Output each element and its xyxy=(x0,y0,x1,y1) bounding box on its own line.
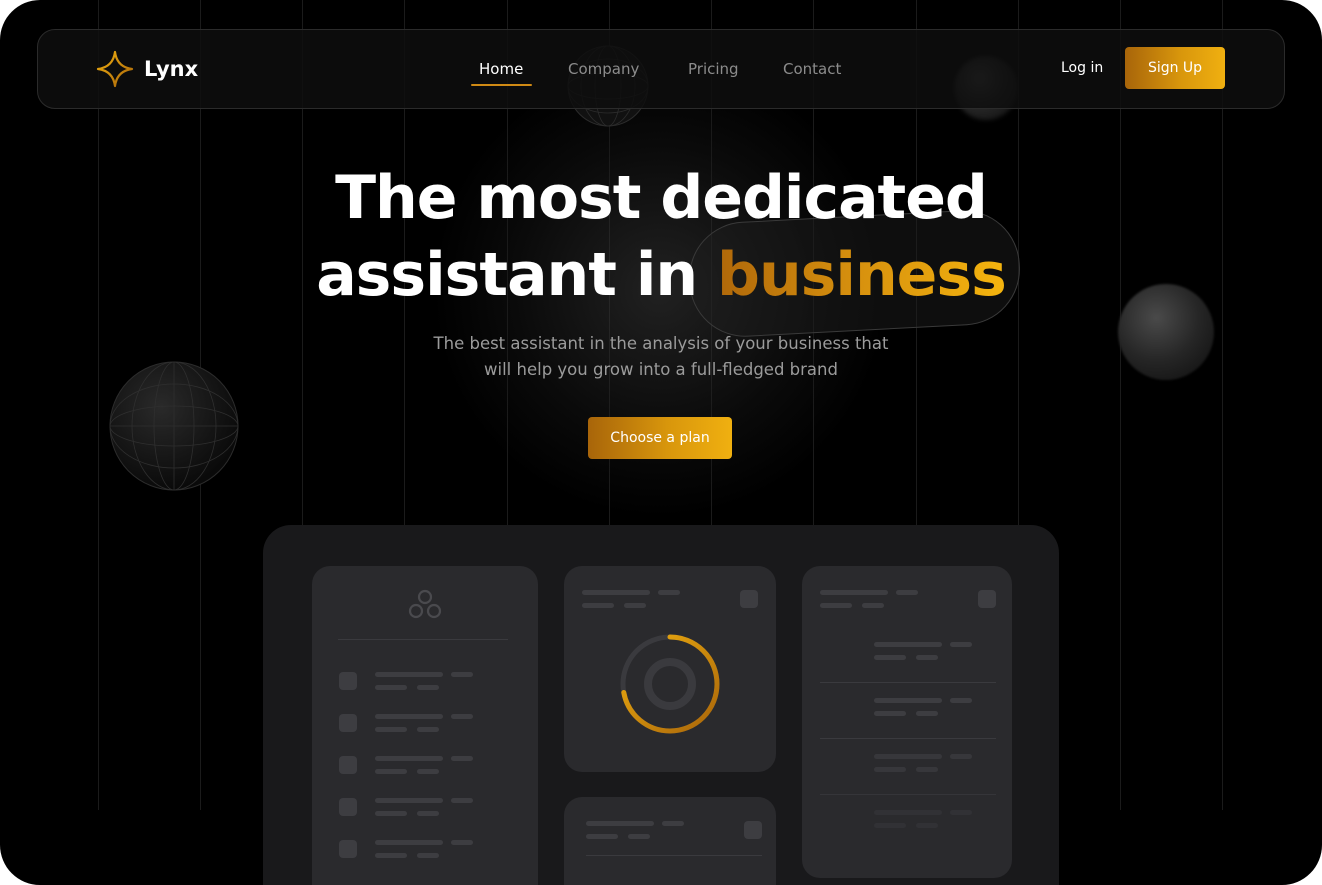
hero-subtitle-line1: The best assistant in the analysis of yo… xyxy=(433,334,889,353)
placeholder-line xyxy=(417,811,439,816)
placeholder-line xyxy=(451,714,473,719)
placeholder-line xyxy=(874,655,906,660)
placeholder-line xyxy=(375,672,443,677)
placeholder-line xyxy=(451,840,473,845)
placeholder-line xyxy=(375,769,407,774)
placeholder-line xyxy=(874,754,942,759)
placeholder-line xyxy=(375,756,443,761)
placeholder-line xyxy=(375,840,443,845)
placeholder-line xyxy=(417,853,439,858)
placeholder-line xyxy=(375,727,407,732)
preview-sidebar-card xyxy=(312,566,538,885)
top-navbar: Lynx Home Company Pricing Contact Log in… xyxy=(37,29,1285,109)
placeholder-line xyxy=(375,714,443,719)
placeholder-line xyxy=(916,711,938,716)
placeholder-line xyxy=(586,834,618,839)
brand-name: Lynx xyxy=(144,57,199,81)
placeholder-line xyxy=(874,642,942,647)
placeholder-line xyxy=(950,754,972,759)
grid-line xyxy=(1120,0,1121,810)
placeholder-line xyxy=(582,603,614,608)
dashboard-preview xyxy=(263,525,1059,885)
active-nav-indicator xyxy=(471,84,532,86)
placeholder-line xyxy=(874,711,906,716)
placeholder-icon xyxy=(339,714,357,732)
preview-list-card xyxy=(802,566,1012,878)
placeholder-line xyxy=(820,590,888,595)
placeholder-line xyxy=(950,642,972,647)
hero-title-line1: The most dedicated xyxy=(335,163,988,233)
placeholder-line xyxy=(628,834,650,839)
placeholder-line xyxy=(874,823,906,828)
placeholder-line xyxy=(874,810,942,815)
placeholder-line xyxy=(950,810,972,815)
placeholder-line xyxy=(658,590,680,595)
placeholder-icon xyxy=(740,590,758,608)
placeholder-line xyxy=(820,603,852,608)
divider xyxy=(820,682,996,683)
sparkle-star-icon xyxy=(96,50,134,88)
placeholder-line xyxy=(662,821,684,826)
placeholder-icon xyxy=(744,821,762,839)
hero-subtitle: The best assistant in the analysis of yo… xyxy=(0,331,1322,383)
nav-home[interactable]: Home xyxy=(479,60,523,78)
grid-line xyxy=(1222,0,1223,810)
placeholder-icon xyxy=(978,590,996,608)
preview-small-card xyxy=(564,797,776,885)
placeholder-line xyxy=(586,821,654,826)
nav-contact[interactable]: Contact xyxy=(783,60,841,78)
divider xyxy=(820,738,996,739)
placeholder-line xyxy=(375,853,407,858)
placeholder-line xyxy=(874,698,942,703)
placeholder-line xyxy=(916,823,938,828)
placeholder-line xyxy=(375,811,407,816)
placeholder-line xyxy=(862,603,884,608)
placeholder-line xyxy=(417,769,439,774)
placeholder-line xyxy=(874,767,906,772)
login-link[interactable]: Log in xyxy=(1061,60,1103,76)
placeholder-line xyxy=(916,767,938,772)
hero-title-prefix: assistant in xyxy=(316,240,698,310)
placeholder-icon xyxy=(339,840,357,858)
page-frame: Lynx Home Company Pricing Contact Log in… xyxy=(0,0,1322,885)
divider xyxy=(338,639,508,640)
grid-line xyxy=(98,0,99,810)
placeholder-line xyxy=(950,698,972,703)
placeholder-icon xyxy=(339,756,357,774)
placeholder-line xyxy=(375,685,407,690)
placeholder-line xyxy=(417,727,439,732)
placeholder-line xyxy=(451,672,473,677)
hero-title-highlight: business xyxy=(717,240,1007,310)
nav-company[interactable]: Company xyxy=(568,60,639,78)
nav-pricing[interactable]: Pricing xyxy=(688,60,739,78)
brand-logo[interactable]: Lynx xyxy=(96,50,198,88)
placeholder-line xyxy=(582,590,650,595)
placeholder-line xyxy=(624,603,646,608)
hero-title-line2: assistant in business xyxy=(0,237,1322,313)
hero-subtitle-line2: will help you grow into a full-fledged b… xyxy=(484,360,838,379)
placeholder-line xyxy=(417,685,439,690)
placeholder-line xyxy=(375,798,443,803)
choose-plan-button[interactable]: Choose a plan xyxy=(588,417,732,459)
placeholder-icon xyxy=(339,798,357,816)
placeholder-line xyxy=(451,798,473,803)
progress-donut xyxy=(620,634,720,734)
placeholder-line xyxy=(896,590,918,595)
divider xyxy=(586,855,762,856)
clover-icon xyxy=(408,589,442,619)
preview-donut-card xyxy=(564,566,776,772)
placeholder-line xyxy=(451,756,473,761)
divider xyxy=(820,794,996,795)
placeholder-icon xyxy=(339,672,357,690)
signup-button[interactable]: Sign Up xyxy=(1125,47,1225,89)
placeholder-line xyxy=(916,655,938,660)
